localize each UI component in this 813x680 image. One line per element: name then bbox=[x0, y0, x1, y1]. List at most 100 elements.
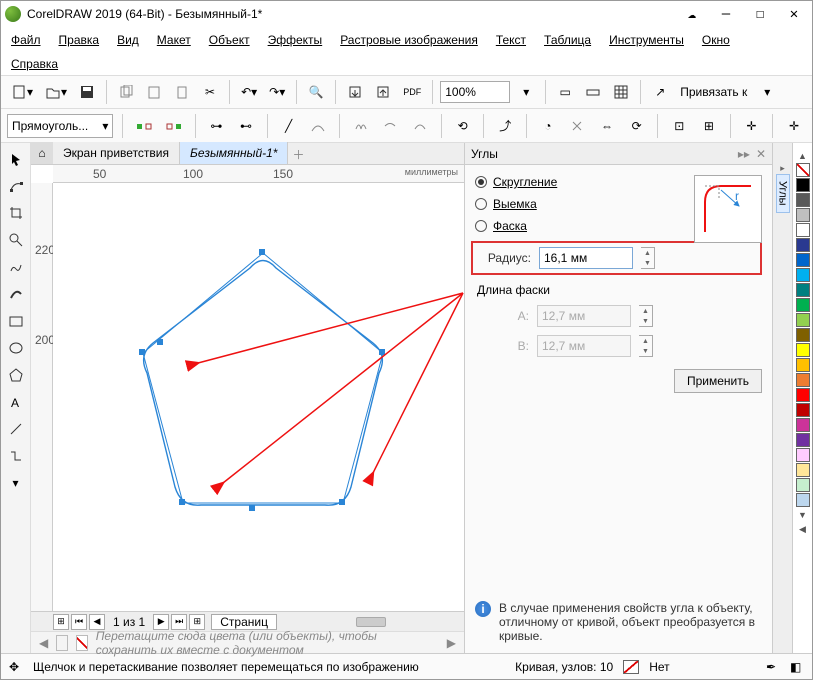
ruler-vertical[interactable]: 220 200 bbox=[31, 183, 53, 611]
extend-button[interactable]: ⤴ bbox=[493, 114, 517, 138]
polygon-tool[interactable] bbox=[4, 363, 28, 387]
home-tab-icon[interactable]: ⌂ bbox=[31, 142, 53, 164]
menu-tools[interactable]: Инструменты bbox=[609, 33, 684, 47]
pick-tool[interactable] bbox=[4, 147, 28, 171]
copy-button[interactable] bbox=[114, 79, 138, 105]
cusp-button[interactable] bbox=[349, 114, 373, 138]
palette-down-icon[interactable]: ▼ bbox=[798, 510, 807, 520]
shape-tool[interactable] bbox=[4, 174, 28, 198]
page-prev-button[interactable]: ◀ bbox=[89, 614, 105, 630]
page-add-after-button[interactable]: ⊞ bbox=[189, 614, 205, 630]
radius-spinner[interactable]: ▲▼ bbox=[641, 247, 655, 269]
palette-up-icon[interactable]: ▲ bbox=[798, 151, 807, 161]
rectangle-tool[interactable] bbox=[4, 309, 28, 333]
radius-input[interactable] bbox=[539, 247, 633, 269]
tab-document[interactable]: Безымянный-1* bbox=[180, 142, 288, 164]
swatch[interactable] bbox=[796, 253, 810, 267]
zoom-tool[interactable] bbox=[4, 228, 28, 252]
menu-help[interactable]: Справка bbox=[11, 57, 58, 71]
menu-layout[interactable]: Макет bbox=[157, 33, 191, 47]
new-doc-button[interactable]: ▾ bbox=[7, 79, 37, 105]
swatch[interactable] bbox=[796, 343, 810, 357]
tab-add-button[interactable]: ＋ bbox=[288, 144, 308, 164]
side-tab-corners[interactable]: Углы bbox=[776, 174, 790, 213]
to-curve-button[interactable] bbox=[306, 114, 330, 138]
canvas[interactable] bbox=[53, 183, 464, 611]
undo-button[interactable]: ↶▾ bbox=[237, 79, 261, 105]
swatch[interactable] bbox=[796, 448, 810, 462]
tab-welcome[interactable]: Экран приветствия bbox=[53, 142, 180, 164]
launch-button[interactable]: ↗ bbox=[648, 79, 672, 105]
snap-to-label[interactable]: Привязать к bbox=[676, 85, 751, 99]
symmetric-button[interactable] bbox=[408, 114, 432, 138]
break-node-button[interactable]: ⊷ bbox=[234, 114, 258, 138]
cut-button[interactable]: ✂ bbox=[198, 79, 222, 105]
maximize-button[interactable]: ☐ bbox=[750, 4, 770, 24]
rulers-button[interactable] bbox=[581, 79, 605, 105]
color-proof-icon[interactable]: ◧ bbox=[790, 660, 804, 674]
shape-mode-combo[interactable]: Прямоуголь...▾ bbox=[7, 114, 113, 138]
fullscreen-button[interactable]: ▭ bbox=[553, 79, 577, 105]
swatch[interactable] bbox=[796, 433, 810, 447]
search-button[interactable]: 🔍 bbox=[304, 79, 328, 105]
menu-object[interactable]: Объект bbox=[209, 33, 250, 47]
swatch[interactable] bbox=[796, 328, 810, 342]
nofill-icon[interactable] bbox=[76, 635, 88, 651]
swatch[interactable] bbox=[796, 193, 810, 207]
more-tool[interactable]: ▾ bbox=[4, 471, 28, 495]
menu-text[interactable]: Текст bbox=[496, 33, 526, 47]
menu-effects[interactable]: Эффекты bbox=[268, 33, 323, 47]
swatch[interactable] bbox=[796, 403, 810, 417]
swatch-none[interactable] bbox=[796, 163, 810, 177]
swatch[interactable] bbox=[796, 178, 810, 192]
page-first-button[interactable]: ⏮ bbox=[71, 614, 87, 630]
swatch[interactable] bbox=[796, 388, 810, 402]
docker-collapse-icon[interactable]: ▸▸ bbox=[738, 147, 750, 161]
zoom-dropdown[interactable]: ▾ bbox=[514, 79, 538, 105]
import-button[interactable] bbox=[343, 79, 367, 105]
swatch[interactable] bbox=[796, 358, 810, 372]
to-line-button[interactable]: ╱ bbox=[277, 114, 301, 138]
docker-close-icon[interactable]: ✕ bbox=[756, 147, 766, 161]
swatch[interactable] bbox=[796, 223, 810, 237]
rotate-nodes-button[interactable]: ⟳ bbox=[625, 114, 649, 138]
swatch[interactable] bbox=[796, 238, 810, 252]
swatch[interactable] bbox=[796, 463, 810, 477]
join-nodes-button[interactable]: ⊶ bbox=[205, 114, 229, 138]
cloud-icon[interactable]: ☁ bbox=[682, 4, 702, 24]
page-tab-1[interactable]: Страниц bbox=[211, 614, 277, 630]
crop-tool[interactable] bbox=[4, 201, 28, 225]
apply-button[interactable]: Применить bbox=[674, 369, 762, 393]
ruler-horizontal[interactable]: 50 100 150 миллиметры bbox=[53, 165, 464, 183]
open-button[interactable]: ▾ bbox=[41, 79, 71, 105]
smooth-button[interactable] bbox=[379, 114, 403, 138]
parallel-dim-tool[interactable] bbox=[4, 417, 28, 441]
horizontal-scroll-thumb[interactable] bbox=[356, 617, 386, 627]
swatch[interactable] bbox=[796, 283, 810, 297]
page-add-button[interactable]: ⊞ bbox=[53, 614, 69, 630]
menu-window[interactable]: Окно bbox=[702, 33, 730, 47]
extract-button[interactable]: ◔ bbox=[536, 114, 560, 138]
save-button[interactable] bbox=[75, 79, 99, 105]
eyedropper-icon[interactable] bbox=[56, 635, 68, 651]
swatch[interactable] bbox=[796, 268, 810, 282]
swatch[interactable] bbox=[796, 313, 810, 327]
color-well-strip[interactable]: ◀ Перетащите сюда цвета (или объекты), ч… bbox=[31, 631, 464, 653]
align-nodes-button[interactable]: ⊡ bbox=[667, 114, 691, 138]
minimize-button[interactable]: — bbox=[716, 4, 736, 24]
clipboard-button[interactable] bbox=[170, 79, 194, 105]
docker-titlebar[interactable]: Углы ▸▸✕ bbox=[465, 143, 772, 165]
close-curve-button[interactable] bbox=[566, 114, 590, 138]
snap-dropdown[interactable]: ▾ bbox=[755, 79, 779, 105]
reflect-h-button[interactable]: ⊞ bbox=[697, 114, 721, 138]
swatch[interactable] bbox=[796, 493, 810, 507]
ellipse-tool[interactable] bbox=[4, 336, 28, 360]
delete-node-button[interactable] bbox=[162, 114, 186, 138]
text-tool[interactable]: A bbox=[4, 390, 28, 414]
publish-pdf-button[interactable]: PDF bbox=[399, 79, 425, 105]
menu-bitmaps[interactable]: Растровые изображения bbox=[340, 33, 478, 47]
page-next-button[interactable]: ▶ bbox=[153, 614, 169, 630]
swatch[interactable] bbox=[796, 418, 810, 432]
swatch[interactable] bbox=[796, 478, 810, 492]
palette-expand-icon[interactable]: ◀ bbox=[799, 524, 806, 535]
